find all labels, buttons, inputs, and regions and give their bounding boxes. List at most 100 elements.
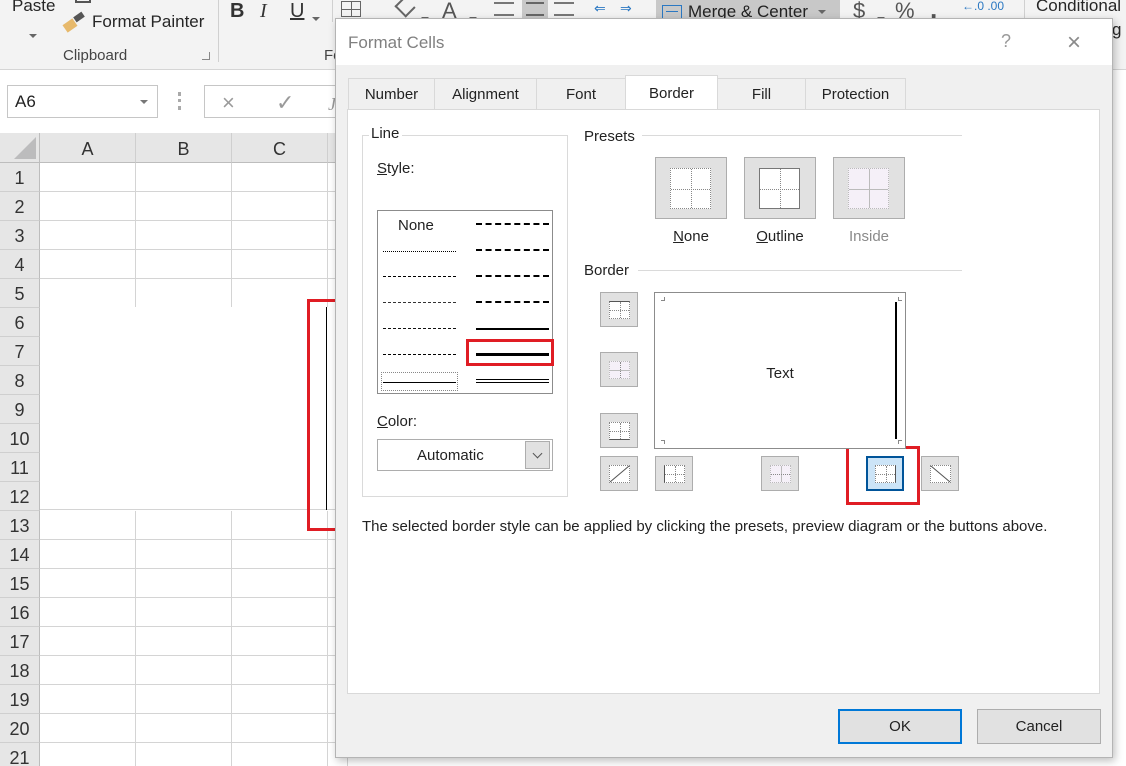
cell-B14[interactable]	[136, 540, 232, 569]
row-header-7[interactable]: 7	[0, 337, 40, 366]
line-style-list[interactable]: None	[377, 210, 554, 394]
line-style-none[interactable]: None	[398, 217, 434, 234]
line-color-select[interactable]: Automatic	[377, 439, 553, 471]
row-header-21[interactable]: 21	[0, 743, 40, 766]
tab-border[interactable]: Border	[625, 75, 718, 110]
align-left-icon[interactable]	[494, 2, 514, 16]
tab-protection[interactable]: Protection	[805, 78, 906, 110]
cell-A14[interactable]	[40, 540, 136, 569]
cell-B4[interactable]	[136, 250, 232, 279]
row-header-4[interactable]: 4	[0, 250, 40, 279]
row-header-6[interactable]: 6	[0, 308, 40, 337]
cell-A17[interactable]	[40, 627, 136, 656]
row-header-10[interactable]: 10	[0, 424, 40, 453]
fill-color-icon[interactable]	[394, 0, 416, 18]
column-header-a[interactable]: A	[40, 133, 136, 163]
dialog-titlebar[interactable]: Format Cells ? ×	[336, 19, 1112, 65]
italic-button[interactable]: I	[260, 0, 267, 23]
selected-range-a6-c12[interactable]	[40, 307, 345, 510]
border-diagonal-down-button[interactable]	[921, 456, 959, 491]
cancel-button[interactable]: Cancel	[977, 709, 1101, 744]
line-style-dash-dot[interactable]	[383, 328, 456, 329]
line-style-dash-dot-dot[interactable]	[383, 302, 456, 303]
increase-decimal-button[interactable]: ←.0 .00	[962, 0, 1004, 13]
cell-A20[interactable]	[40, 714, 136, 743]
cell-A3[interactable]	[40, 221, 136, 250]
line-style-medium-dash-dot[interactable]	[476, 275, 549, 277]
cell-B13[interactable]	[136, 511, 232, 540]
cell-B19[interactable]	[136, 685, 232, 714]
cell-B2[interactable]	[136, 192, 232, 221]
worksheet-grid[interactable]: A B C 1 2 3 4 5 6 7 8 9 10 11 12 13 14 15 16 17 18 19 20 21	[0, 133, 348, 766]
row-header-17[interactable]: 17	[0, 627, 40, 656]
row-header-18[interactable]: 18	[0, 656, 40, 685]
cell-C17[interactable]	[232, 627, 328, 656]
cell-B21[interactable]	[136, 743, 232, 766]
tab-alignment[interactable]: Alignment	[434, 78, 537, 110]
row-header-8[interactable]: 8	[0, 366, 40, 395]
column-header-b[interactable]: B	[136, 133, 232, 163]
ok-button[interactable]: OK	[838, 709, 962, 744]
cell-B3[interactable]	[136, 221, 232, 250]
row-header-2[interactable]: 2	[0, 192, 40, 221]
column-header-c[interactable]: C	[232, 133, 328, 163]
border-diagonal-up-button[interactable]	[600, 456, 638, 491]
copy-icon[interactable]	[75, 0, 91, 3]
help-button[interactable]: ?	[1001, 31, 1011, 52]
row-header-12[interactable]: 12	[0, 482, 40, 511]
tab-fill[interactable]: Fill	[717, 78, 806, 110]
row-header-16[interactable]: 16	[0, 598, 40, 627]
cell-B1[interactable]	[136, 163, 232, 192]
select-all-button[interactable]	[0, 133, 40, 163]
cell-B16[interactable]	[136, 598, 232, 627]
line-style-double[interactable]	[476, 379, 549, 383]
row-header-11[interactable]: 11	[0, 453, 40, 482]
increase-indent-icon[interactable]: ⇒	[620, 0, 632, 17]
row-header-15[interactable]: 15	[0, 569, 40, 598]
cell-B17[interactable]	[136, 627, 232, 656]
cancel-entry-icon[interactable]: ×	[222, 90, 235, 116]
cell-A4[interactable]	[40, 250, 136, 279]
cell-B5[interactable]	[136, 279, 232, 308]
line-style-medium-dashed[interactable]	[476, 301, 549, 303]
cell-B20[interactable]	[136, 714, 232, 743]
cell-C14[interactable]	[232, 540, 328, 569]
conditional-formatting-button[interactable]: Conditional	[1036, 0, 1121, 16]
cell-A2[interactable]	[40, 192, 136, 221]
paste-button[interactable]: Paste	[12, 0, 55, 16]
cell-B18[interactable]	[136, 656, 232, 685]
underline-button[interactable]: U	[290, 0, 304, 23]
cell-C16[interactable]	[232, 598, 328, 627]
enter-entry-icon[interactable]: ✓	[276, 90, 294, 116]
row-header-20[interactable]: 20	[0, 714, 40, 743]
row-header-1[interactable]: 1	[0, 163, 40, 192]
tab-number[interactable]: Number	[348, 78, 435, 110]
cell-A13[interactable]	[40, 511, 136, 540]
row-header-13[interactable]: 13	[0, 511, 40, 540]
cell-A18[interactable]	[40, 656, 136, 685]
cell-C15[interactable]	[232, 569, 328, 598]
border-bottom-button[interactable]	[600, 413, 638, 448]
cell-C19[interactable]	[232, 685, 328, 714]
preset-none-button[interactable]	[655, 157, 727, 219]
cell-C4[interactable]	[232, 250, 328, 279]
name-box[interactable]: A6	[7, 85, 158, 118]
border-top-button[interactable]	[600, 292, 638, 327]
align-center-icon[interactable]	[522, 0, 548, 20]
decrease-indent-icon[interactable]: ⇐	[594, 0, 606, 17]
cell-C21[interactable]	[232, 743, 328, 766]
chevron-down-icon[interactable]	[525, 441, 550, 469]
clipboard-launcher-icon[interactable]	[202, 52, 210, 60]
cell-A15[interactable]	[40, 569, 136, 598]
line-style-thin-solid[interactable]	[381, 372, 458, 391]
tab-font[interactable]: Font	[536, 78, 626, 110]
row-header-19[interactable]: 19	[0, 685, 40, 714]
row-header-5[interactable]: 5	[0, 279, 40, 308]
line-style-medium-dash-dot-dot[interactable]	[476, 223, 549, 225]
cell-C1[interactable]	[232, 163, 328, 192]
paste-dropdown-icon[interactable]	[29, 27, 37, 45]
border-left-button[interactable]	[655, 456, 693, 491]
cell-A5[interactable]	[40, 279, 136, 308]
name-box-dropdown-icon[interactable]	[140, 100, 148, 104]
cell-A16[interactable]	[40, 598, 136, 627]
